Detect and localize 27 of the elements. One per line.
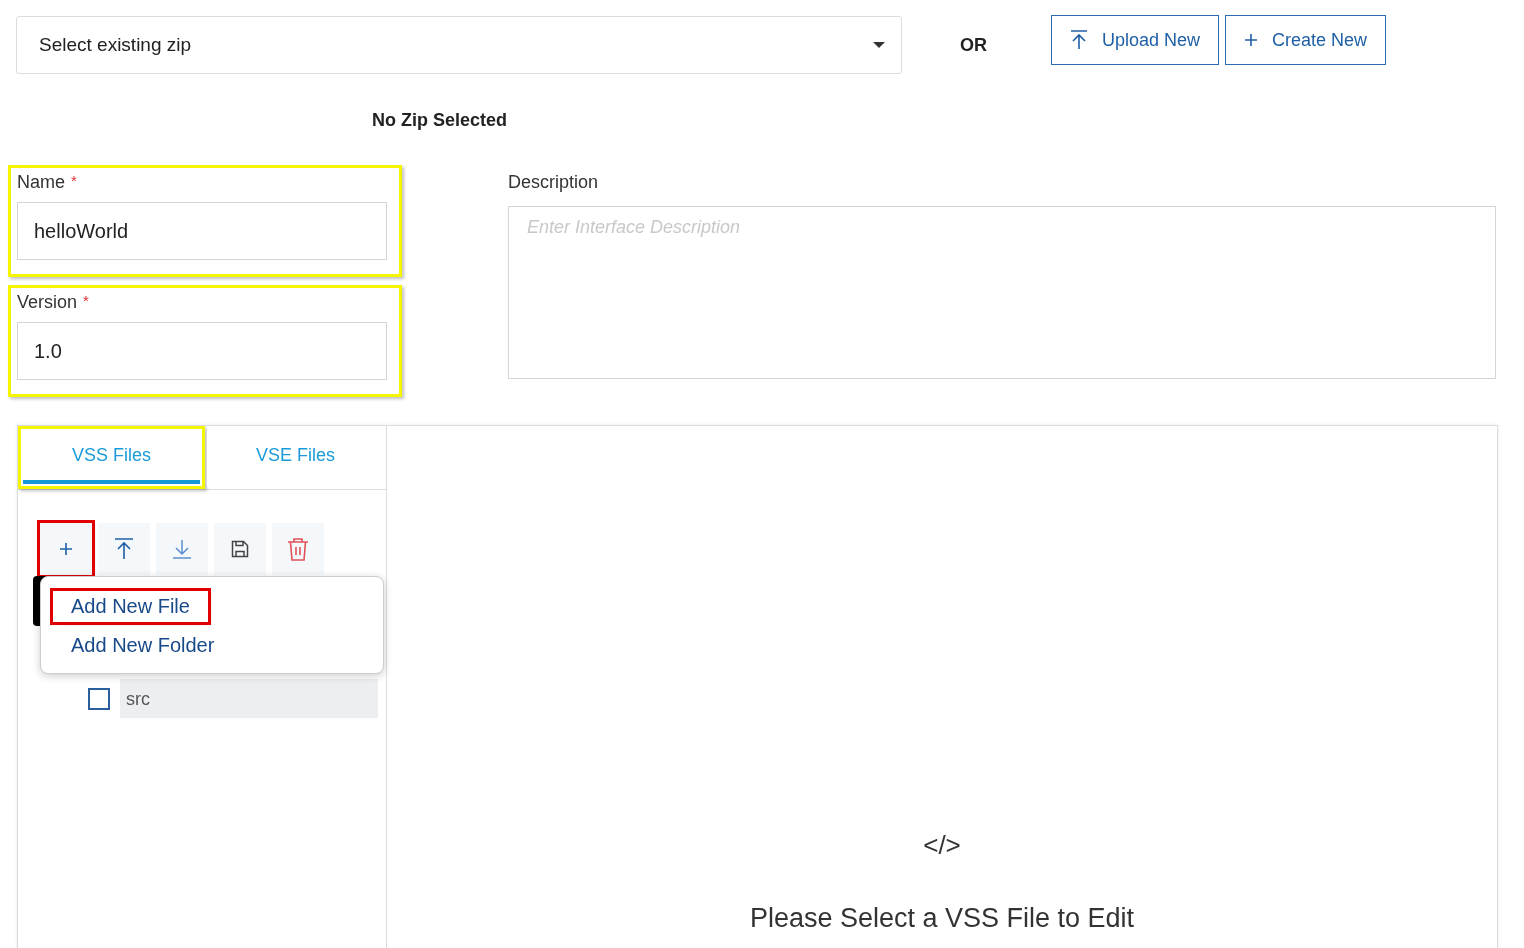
code-icon-text: </> (923, 830, 961, 861)
field-label: Version (17, 292, 78, 314)
text-field[interactable]: 1.0 (17, 322, 387, 380)
action-button[interactable]: Upload New (1051, 15, 1220, 65)
caret-icon (873, 42, 885, 48)
zip-status: No Zip Selected (372, 109, 508, 131)
save-icon (231, 540, 249, 558)
required-mark: * (71, 172, 77, 191)
required-mark: * (83, 292, 89, 311)
field-label: Description (508, 172, 599, 194)
upload-icon (1070, 30, 1088, 50)
plus-icon (59, 542, 73, 556)
trash-icon (287, 537, 309, 561)
checkbox[interactable] (88, 687, 110, 710)
action-button[interactable]: Create New (1225, 15, 1387, 65)
tree-item[interactable]: src (120, 679, 378, 718)
menu-item[interactable]: Add New Folder (53, 630, 233, 661)
empty-message: Please Select a VSS File to Edit (749, 903, 1135, 934)
text-field[interactable]: helloWorld (17, 202, 387, 260)
or-label: OR (960, 34, 987, 56)
upload-icon (114, 538, 134, 560)
menu-item[interactable]: Add New File (53, 591, 208, 622)
field-label: Name (17, 172, 65, 194)
toolbar-button[interactable] (214, 523, 266, 575)
plus-icon (1244, 33, 1259, 47)
zip-select[interactable]: Select existing zip (16, 16, 902, 74)
download-icon (172, 539, 192, 559)
